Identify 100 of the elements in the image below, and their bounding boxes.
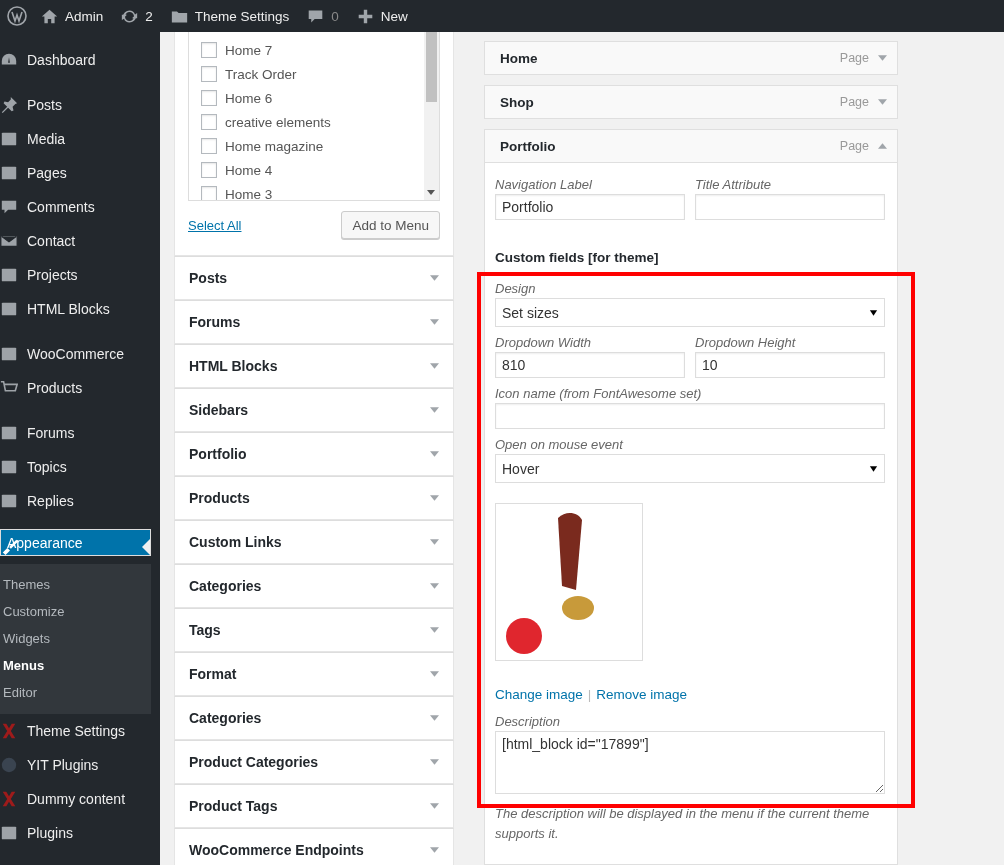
submenu-item[interactable]: Themes xyxy=(0,571,151,598)
plus-icon xyxy=(356,7,374,25)
accordion-section[interactable]: Sidebars xyxy=(174,388,454,432)
accordion-section[interactable]: Products xyxy=(174,476,454,520)
current-pointer-icon xyxy=(142,539,150,555)
caret-icon xyxy=(878,55,887,61)
icon-name-field[interactable] xyxy=(495,403,885,429)
checkbox[interactable] xyxy=(201,114,217,130)
accordion-section[interactable]: Format xyxy=(174,652,454,696)
accordion-section[interactable]: WooCommerce Endpoints xyxy=(174,828,454,865)
link-separator: | xyxy=(587,687,592,702)
sidebar-item[interactable]: Theme Settings xyxy=(0,714,160,748)
section-title: WooCommerce Endpoints xyxy=(189,842,364,858)
description-hint: The description will be displayed in the menu if the current theme supports it. xyxy=(495,805,871,843)
sidebar-item[interactable]: Replies xyxy=(0,484,160,518)
caret-icon xyxy=(878,99,887,105)
item-type: Page xyxy=(839,51,869,65)
sidebar-item[interactable]: Projects xyxy=(0,258,160,292)
section-title: Sidebars xyxy=(189,402,249,418)
submenu-item[interactable]: Customize xyxy=(0,598,151,625)
sidebar-item[interactable]: Topics xyxy=(0,450,160,484)
item-type: Page xyxy=(839,139,869,153)
scrollbar[interactable] xyxy=(424,32,439,200)
sidebar-item[interactable]: Products xyxy=(0,371,160,405)
dropdown-width-field[interactable]: 810 xyxy=(495,352,685,378)
submenu-item[interactable]: Widgets xyxy=(0,625,151,652)
checkbox[interactable] xyxy=(201,186,217,200)
menu-item-title: Shop xyxy=(500,94,535,110)
accordion-section[interactable]: Product Tags xyxy=(174,784,454,828)
field-label: Dropdown Height xyxy=(695,335,797,350)
add-to-menu-button[interactable]: Add to Menu xyxy=(341,211,440,239)
field-label: Description xyxy=(495,714,562,729)
accordion-section[interactable]: Portfolio xyxy=(174,432,454,476)
change-image-link[interactable]: Change image xyxy=(495,687,583,702)
item-type: Page xyxy=(839,95,869,109)
accordion-section[interactable]: Categories xyxy=(174,564,454,608)
caret-icon xyxy=(430,803,439,809)
page-label: Home 6 xyxy=(225,90,273,106)
mouse-event-select[interactable]: Hover xyxy=(495,454,885,483)
sidebar-item[interactable]: Media xyxy=(0,122,160,156)
submenu-item[interactable]: Menus xyxy=(0,652,151,679)
accordion-section[interactable]: Posts xyxy=(174,256,454,300)
accordion-section[interactable]: Tags xyxy=(174,608,454,652)
remove-image-link[interactable]: Remove image xyxy=(596,687,688,702)
sidebar-item[interactable]: YIT Plugins xyxy=(0,748,160,782)
menu-item-title: Home xyxy=(500,50,539,66)
accordion-section[interactable]: HTML Blocks xyxy=(174,344,454,388)
sidebar-item[interactable]: Comments xyxy=(0,190,160,224)
caret-icon xyxy=(430,715,439,721)
sidebar-item[interactable]: Pages xyxy=(0,156,160,190)
title-attribute-field[interactable] xyxy=(695,194,885,220)
sidebar-item[interactable]: Dashboard xyxy=(0,43,160,77)
caret-icon xyxy=(430,451,439,457)
sidebar-item[interactable]: Appearance xyxy=(0,529,151,556)
select-all-link[interactable]: Select All xyxy=(188,217,242,233)
wordpress-logo-icon[interactable] xyxy=(7,6,27,26)
navigation-label-field[interactable]: Portfolio xyxy=(495,194,685,220)
sidebar-item[interactable]: Dummy content xyxy=(0,782,160,816)
caret-icon xyxy=(430,627,439,633)
admin-bar-link[interactable]: Theme Settings xyxy=(170,7,290,25)
dropdown-height-field[interactable]: 10 xyxy=(695,352,885,378)
admin-bar-link[interactable]: 2 xyxy=(121,7,153,25)
accordion-section[interactable]: Custom Links xyxy=(174,520,454,564)
checkbox[interactable] xyxy=(201,138,217,154)
submenu-item[interactable]: Editor xyxy=(0,679,151,706)
admin-bar-link[interactable]: Admin xyxy=(41,7,104,25)
caret-icon xyxy=(869,308,878,317)
caret-icon xyxy=(430,275,439,281)
home-icon xyxy=(41,7,58,25)
accordion-section[interactable]: Forums xyxy=(174,300,454,344)
checkbox[interactable] xyxy=(201,42,217,58)
section-title: Format xyxy=(189,666,237,682)
checkbox[interactable] xyxy=(201,162,217,178)
x-icon xyxy=(0,722,18,740)
design-select[interactable]: Set sizes xyxy=(495,298,885,327)
sidebar-item[interactable]: Forums xyxy=(0,416,160,450)
section-title: Products xyxy=(189,490,250,506)
checkbox[interactable] xyxy=(201,66,217,82)
description-field[interactable]: [html_block id="17899"] xyxy=(495,731,885,794)
sidebar-item[interactable]: HTML Blocks xyxy=(0,292,160,326)
accordion-section[interactable]: Categories xyxy=(174,696,454,740)
section-heading: Custom fields [for theme] xyxy=(495,250,660,265)
admin-bar-link[interactable]: New xyxy=(356,7,408,25)
sidebar-item[interactable]: WooCommerce xyxy=(0,337,160,371)
field-label: Title Attribute xyxy=(695,177,772,192)
sidebar-item[interactable]: Posts xyxy=(0,88,160,122)
menu-item-bar[interactable]: Shop Page xyxy=(484,85,898,119)
caret-icon xyxy=(430,847,439,853)
pin-icon xyxy=(0,96,18,114)
checkbox[interactable] xyxy=(201,90,217,106)
page-label: Home 7 xyxy=(225,42,273,58)
menu-item-bar[interactable]: Home Page xyxy=(484,41,898,75)
sidebar-item[interactable]: Plugins xyxy=(0,816,160,850)
section-title: Forums xyxy=(189,314,241,330)
sidebar-item[interactable]: Contact xyxy=(0,224,160,258)
page-label: Home 4 xyxy=(225,162,273,178)
field-label: Navigation Label xyxy=(495,177,593,192)
accordion-section[interactable]: Product Categories xyxy=(174,740,454,784)
menu-item-bar[interactable]: Portfolio Page xyxy=(484,129,898,163)
page-label: Home magazine xyxy=(225,138,324,154)
